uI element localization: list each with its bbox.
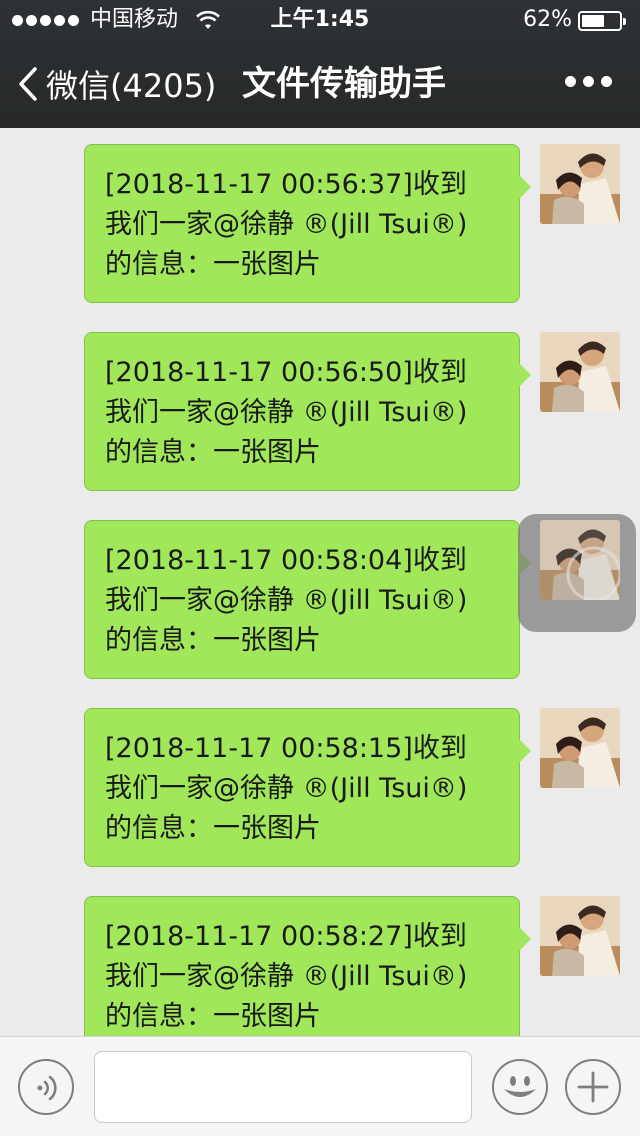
message-line: [2018-11-17 00:56:37]收到 [105, 169, 467, 200]
input-bar [0, 1036, 640, 1136]
message-row: [2018-11-17 00:56:50]收到 我们一家@徐静 ®(Jill T… [0, 332, 640, 492]
message-row: [2018-11-17 00:58:27]收到 我们一家@徐静 ®(Jill T… [0, 896, 640, 1036]
message-row: [2018-11-17 00:56:37]收到 我们一家@徐静 ®(Jill T… [0, 144, 640, 304]
header: 中国移动 上午1:45 62% 微信(4205) 文件传输助手 [0, 0, 640, 128]
message-line: 我们一家@徐静 ®(Jill Tsui®) [105, 585, 468, 616]
message-line: 的信息：一张图片 [105, 625, 321, 656]
plus-button[interactable] [565, 1059, 621, 1115]
message-line: 的信息：一张图片 [105, 1001, 321, 1032]
nav-bar: 微信(4205) 文件传输助手 [0, 40, 640, 128]
message-line: 的信息：一张图片 [105, 813, 321, 844]
message-line: 的信息：一张图片 [105, 249, 321, 280]
plus-icon [577, 1071, 609, 1103]
avatar[interactable] [540, 144, 620, 224]
battery-percentage: 62% [523, 7, 572, 32]
message-line: [2018-11-17 00:58:27]收到 [105, 921, 467, 952]
message-line: 我们一家@徐静 ®(Jill Tsui®) [105, 773, 468, 804]
avatar[interactable] [540, 520, 620, 600]
message-line: 的信息：一张图片 [105, 437, 321, 468]
message-bubble[interactable]: [2018-11-17 00:58:15]收到 我们一家@徐静 ®(Jill T… [84, 708, 531, 867]
message-input[interactable] [94, 1051, 472, 1123]
chat-message-list[interactable]: [2018-11-17 00:56:37]收到 我们一家@徐静 ®(Jill T… [0, 128, 640, 1036]
message-line: [2018-11-17 00:58:15]收到 [105, 733, 467, 764]
message-bubble[interactable]: [2018-11-17 00:58:04]收到 我们一家@徐静 ®(Jill T… [84, 520, 531, 679]
battery-icon [578, 11, 626, 31]
back-label: 微信(4205) [46, 67, 217, 105]
avatar[interactable] [540, 896, 620, 976]
status-bar: 中国移动 上午1:45 62% [0, 0, 640, 40]
chevron-left-icon [19, 67, 37, 101]
message-row: [2018-11-17 00:58:15]收到 我们一家@徐静 ®(Jill T… [0, 708, 640, 868]
voice-button[interactable] [18, 1059, 74, 1115]
message-row: [2018-11-17 00:58:04]收到 我们一家@徐静 ®(Jill T… [0, 514, 640, 680]
message-line: [2018-11-17 00:56:50]收到 [105, 357, 467, 388]
message-bubble[interactable]: [2018-11-17 00:58:27]收到 我们一家@徐静 ®(Jill T… [84, 896, 531, 1036]
more-dots-icon[interactable] [565, 76, 612, 87]
message-line: 我们一家@徐静 ®(Jill Tsui®) [105, 397, 468, 428]
emoji-icon [504, 1076, 536, 1097]
message-line: [2018-11-17 00:58:04]收到 [105, 545, 467, 576]
avatar[interactable] [540, 708, 620, 788]
message-bubble[interactable]: [2018-11-17 00:56:50]收到 我们一家@徐静 ®(Jill T… [84, 332, 531, 491]
emoji-button[interactable] [492, 1059, 548, 1115]
page-title: 文件传输助手 [242, 64, 446, 104]
message-bubble[interactable]: [2018-11-17 00:56:37]收到 我们一家@徐静 ®(Jill T… [84, 144, 531, 303]
message-line: 我们一家@徐静 ®(Jill Tsui®) [105, 961, 468, 992]
avatar[interactable] [540, 332, 620, 412]
message-line: 我们一家@徐静 ®(Jill Tsui®) [105, 209, 468, 240]
back-button[interactable]: 微信(4205) [18, 58, 216, 110]
voice-icon [37, 1075, 57, 1101]
